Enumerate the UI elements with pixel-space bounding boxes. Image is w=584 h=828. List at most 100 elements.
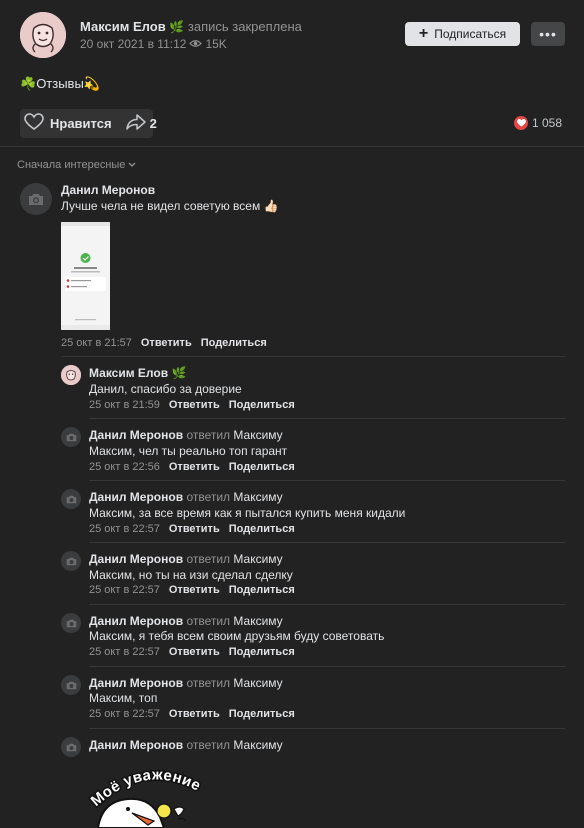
comment-author[interactable]: Данил Меронов ответил Максиму xyxy=(89,552,283,566)
commenter-avatar[interactable] xyxy=(61,737,81,757)
divider xyxy=(89,480,565,481)
share-count: 2 xyxy=(149,116,157,131)
comment-author[interactable]: Данил Меронов ответил Максиму xyxy=(89,490,283,504)
comment-attachment-image[interactable] xyxy=(61,222,110,330)
divider xyxy=(89,666,565,667)
divider xyxy=(89,604,565,605)
share-comment-button[interactable]: Поделиться xyxy=(229,708,295,720)
chevron-down-icon xyxy=(128,159,136,171)
post-views: 15K xyxy=(205,37,227,51)
author-avatar[interactable] xyxy=(20,12,66,58)
comment-meta: 25 окт в 22:57 Ответить Поделиться xyxy=(89,523,295,535)
share-comment-button[interactable]: Поделиться xyxy=(229,584,295,596)
divider xyxy=(89,542,565,543)
share-comment-button[interactable]: Поделиться xyxy=(229,461,295,473)
divider xyxy=(61,356,565,357)
commenter-avatar[interactable] xyxy=(61,551,81,571)
comment-author[interactable]: Данил Меронов xyxy=(61,183,155,197)
reply-button[interactable]: Ответить xyxy=(169,461,220,473)
like-share-bar: Нравится 2 xyxy=(20,109,157,138)
camera-icon xyxy=(66,557,76,565)
sort-label: Сначала интересные xyxy=(17,159,126,171)
post-text: ☘️Отзывы💫 xyxy=(20,76,100,92)
share-comment-button[interactable]: Поделиться xyxy=(229,523,295,535)
comment-date[interactable]: 25 окт в 22:57 xyxy=(89,708,160,720)
author-name-text[interactable]: Максим Елов xyxy=(80,19,166,34)
camera-icon xyxy=(66,743,76,751)
share-comment-button[interactable]: Поделиться xyxy=(229,646,295,658)
share-button[interactable]: 2 xyxy=(125,114,157,133)
comment-date[interactable]: 25 окт в 22:56 xyxy=(89,461,160,473)
divider xyxy=(0,146,584,147)
comment-meta: 25 окт в 22:57 Ответить Поделиться xyxy=(89,584,295,596)
eye-icon xyxy=(189,37,203,51)
reply-button[interactable]: Ответить xyxy=(141,337,192,349)
sticker-image[interactable]: Моё уважение xyxy=(86,765,213,828)
camera-icon xyxy=(66,433,76,441)
like-button[interactable]: Нравится xyxy=(20,113,112,134)
comment-date[interactable]: 25 окт в 22:57 xyxy=(89,584,160,596)
commenter-avatar[interactable] xyxy=(61,613,81,633)
commenter-avatar[interactable] xyxy=(61,365,81,385)
camera-icon xyxy=(66,681,76,689)
reply-button[interactable]: Ответить xyxy=(169,646,220,658)
author-name[interactable]: Максим Елов 🌿 запись закреплена xyxy=(80,19,302,34)
subscribe-button[interactable]: + Подписаться xyxy=(405,22,520,46)
reply-button[interactable]: Ответить xyxy=(169,399,220,411)
commenter-avatar[interactable] xyxy=(61,427,81,447)
commenter-avatar[interactable] xyxy=(61,489,81,509)
heart-reaction-icon xyxy=(514,116,528,130)
comment-date[interactable]: 25 окт в 22:57 xyxy=(89,646,160,658)
comment-author[interactable]: Данил Меронов ответил Максиму xyxy=(89,738,283,752)
leaf-icon: 🌿 xyxy=(169,20,185,34)
commenter-avatar[interactable] xyxy=(61,675,81,695)
camera-icon xyxy=(29,193,43,205)
plus-icon: + xyxy=(418,25,429,42)
comment-date[interactable]: 25 окт в 21:59 xyxy=(89,399,160,411)
reply-button[interactable]: Ответить xyxy=(169,708,220,720)
pinned-label: запись закреплена xyxy=(187,19,302,34)
more-button[interactable]: ••• xyxy=(531,22,565,46)
like-label: Нравится xyxy=(50,116,112,131)
comment-text: Максим, я тебя всем своим друзьям буду с… xyxy=(89,629,385,643)
comment-meta: 25 окт в 21:59 Ответить Поделиться xyxy=(89,399,295,411)
comment-author[interactable]: Данил Меронов ответил Максиму xyxy=(89,614,283,628)
dizzy-icon: 💫 xyxy=(83,76,100,91)
leaf-icon: 🌿 xyxy=(171,366,187,380)
subscribe-label: Подписаться xyxy=(434,27,507,41)
comment-text: Данил, спасибо за доверие xyxy=(89,382,242,396)
camera-icon xyxy=(66,619,76,627)
comment-meta: 25 окт в 21:57 Ответить Поделиться xyxy=(61,337,267,349)
comment-author[interactable]: Данил Меронов ответил Максиму xyxy=(89,428,283,442)
reply-button[interactable]: Ответить xyxy=(169,523,220,535)
comment-text: Максим, чел ты реально топ гарант xyxy=(89,444,288,458)
post-meta: 20 окт 2021 в 11:12 15K xyxy=(80,37,227,51)
post-text-content: Отзывы xyxy=(36,76,84,91)
reply-button[interactable]: Ответить xyxy=(169,584,220,596)
post-date[interactable]: 20 окт 2021 в 11:12 xyxy=(80,37,186,51)
divider xyxy=(89,728,565,729)
comment-text: Максим, но ты на изи сделал сделку xyxy=(89,568,293,582)
comment-date[interactable]: 25 окт в 22:57 xyxy=(89,523,160,535)
share-comment-button[interactable]: Поделиться xyxy=(229,399,295,411)
share-arrow-icon xyxy=(125,114,146,133)
comment-text: Максим, за все время как я пытался купит… xyxy=(89,506,406,520)
comment-author[interactable]: Максим Елов 🌿 xyxy=(89,366,186,380)
divider xyxy=(89,418,565,419)
heart-outline-icon xyxy=(24,113,44,134)
sort-dropdown[interactable]: Сначала интересные xyxy=(17,159,136,171)
reactions-summary[interactable]: 1 058 xyxy=(514,116,562,130)
share-comment-button[interactable]: Поделиться xyxy=(201,337,267,349)
comment-date[interactable]: 25 окт в 21:57 xyxy=(61,337,132,349)
comment-meta: 25 окт в 22:56 Ответить Поделиться xyxy=(89,461,295,473)
camera-icon xyxy=(66,495,76,503)
comment-text: Максим, топ xyxy=(89,691,158,705)
commenter-avatar[interactable] xyxy=(20,183,52,215)
comment-meta: 25 окт в 22:57 Ответить Поделиться xyxy=(89,708,295,720)
post-header: Максим Елов 🌿 запись закреплена 20 окт 2… xyxy=(0,0,584,68)
reactions-count: 1 058 xyxy=(532,116,563,130)
comment-meta: 25 окт в 22:57 Ответить Поделиться xyxy=(89,646,295,658)
comment-author[interactable]: Данил Меронов ответил Максиму xyxy=(89,676,283,690)
comment-text: Лучше чела не видел советую всем 👍🏻 xyxy=(61,199,279,213)
shamrock-icon: ☘️ xyxy=(20,76,37,91)
